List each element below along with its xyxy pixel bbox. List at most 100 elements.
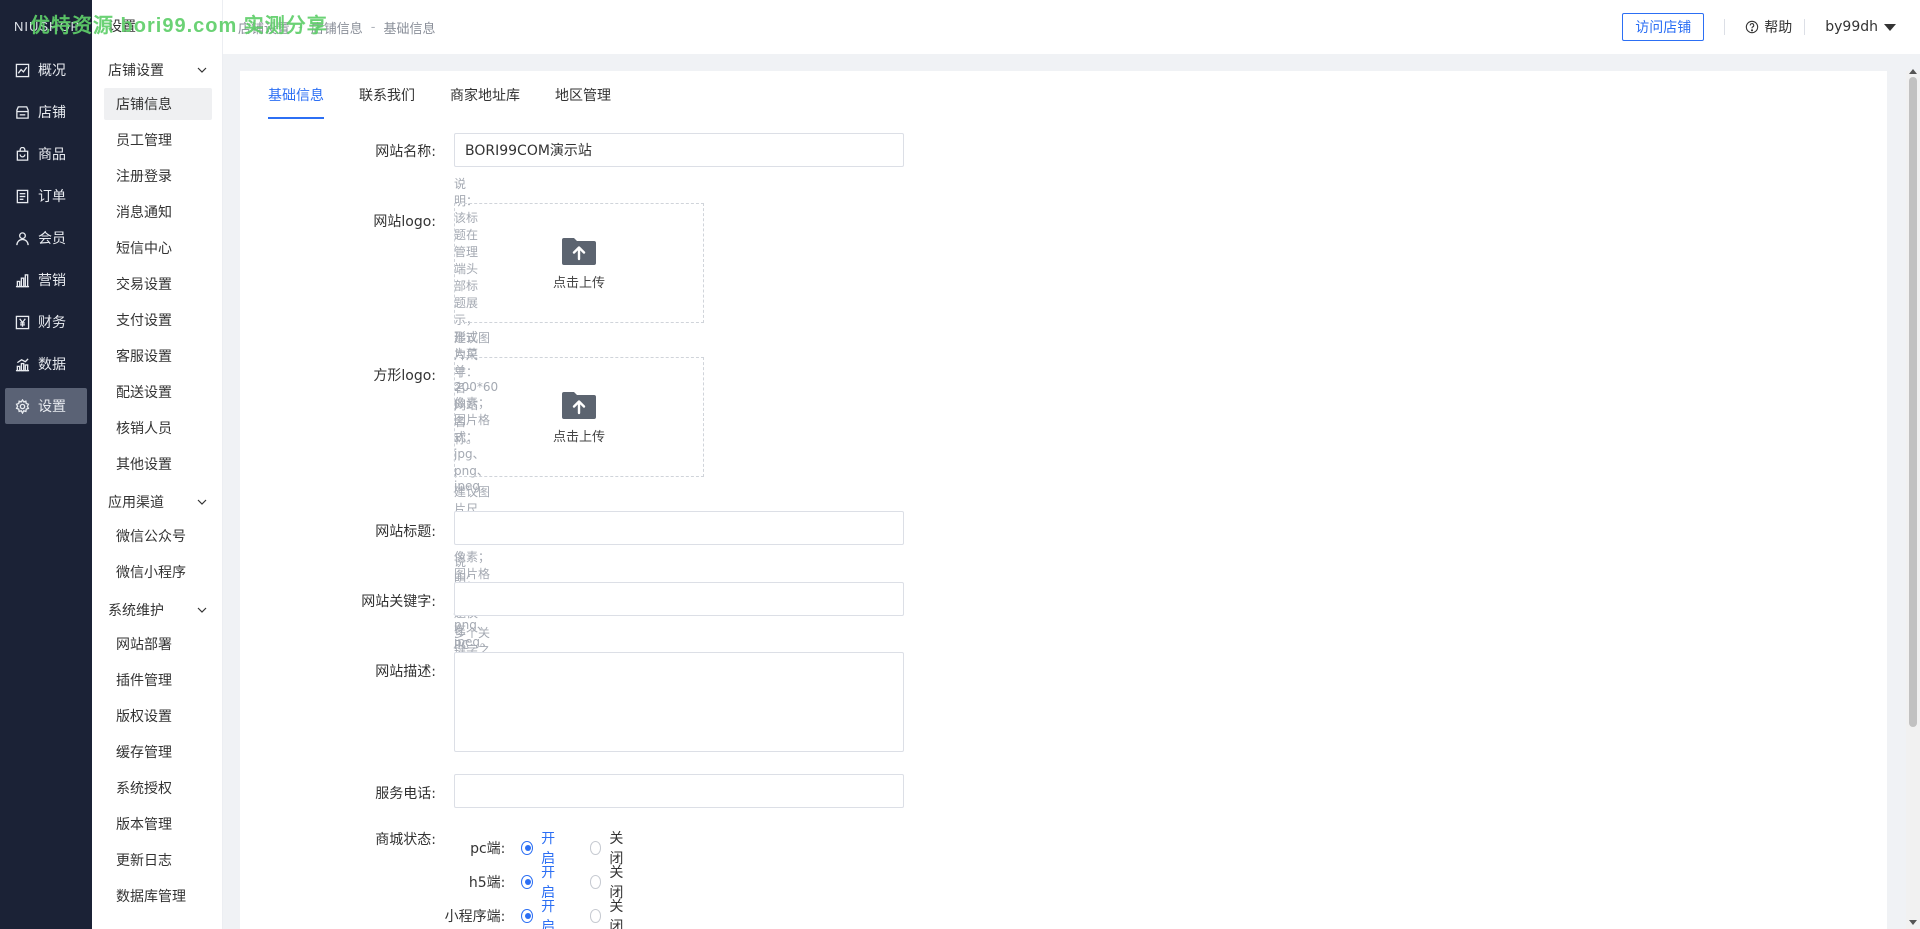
folder-upload-icon xyxy=(562,391,596,419)
radio-dot xyxy=(589,841,602,855)
subnav-title: 设置 xyxy=(108,19,136,35)
site-keywords-label: 网站关键字: xyxy=(361,594,436,610)
scroll-up-icon[interactable] xyxy=(1909,69,1917,74)
settings-subnav: 设置 店铺设置 店铺信息 员工管理 注册登录 消息通知 短信中心 交易设置 支付… xyxy=(92,0,223,929)
square-logo-upload[interactable]: 点击上传 xyxy=(454,357,704,477)
subnav-item-deploy[interactable]: 网站部署 xyxy=(104,628,212,660)
chevron-down-icon xyxy=(197,499,207,505)
service-phone-input[interactable] xyxy=(454,774,904,808)
subnav-item-trade[interactable]: 交易设置 xyxy=(104,268,212,300)
upload-label: 点击上传 xyxy=(552,275,605,291)
radio-dot xyxy=(589,909,602,923)
subnav-item-notifications[interactable]: 消息通知 xyxy=(104,196,212,228)
site-title-label: 网站标题: xyxy=(375,524,436,540)
subnav-item-copyright[interactable]: 版权设置 xyxy=(104,700,212,732)
site-name-input[interactable]: BORI99COM演示站 xyxy=(454,133,904,167)
subnav-item-store-info[interactable]: 店铺信息 xyxy=(104,88,212,120)
tab-contact-us[interactable]: 联系我们 xyxy=(359,85,415,119)
yuan-icon xyxy=(15,315,30,330)
nav-item-overview[interactable]: 概况 xyxy=(5,52,87,88)
subnav-item-register-login[interactable]: 注册登录 xyxy=(104,160,212,192)
user-icon xyxy=(15,231,30,246)
nav-item-settings[interactable]: 设置 xyxy=(5,388,87,424)
subnav-item-verifier[interactable]: 核销人员 xyxy=(104,412,212,444)
nav-label: 订单 xyxy=(38,189,66,205)
document-icon xyxy=(15,189,30,204)
scroll-down-icon[interactable] xyxy=(1909,920,1917,925)
group-label: 系统维护 xyxy=(108,603,164,619)
nav-item-orders[interactable]: 订单 xyxy=(5,178,87,214)
site-name-label: 网站名称: xyxy=(375,144,436,160)
nav-item-store[interactable]: 店铺 xyxy=(5,94,87,130)
subnav-item-sms[interactable]: 短信中心 xyxy=(104,232,212,264)
header-actions: 访问店铺 帮助 by99dh xyxy=(1622,13,1896,41)
site-keywords-input[interactable] xyxy=(454,582,904,616)
status-row-miniprogram: 小程序端: 开启 关闭 xyxy=(436,896,658,929)
tab-basic-info[interactable]: 基础信息 xyxy=(268,85,324,119)
header-divider xyxy=(1804,19,1806,35)
subnav-item-license[interactable]: 系统授权 xyxy=(104,772,212,804)
subnav-item-version[interactable]: 版本管理 xyxy=(104,808,212,840)
service-phone-label: 服务电话: xyxy=(375,786,436,802)
scrollbar-thumb[interactable] xyxy=(1909,77,1917,727)
header-divider xyxy=(1724,19,1726,35)
nav-label: 设置 xyxy=(38,399,66,415)
nav-label: 店铺 xyxy=(38,105,66,121)
user-menu[interactable]: by99dh xyxy=(1825,19,1896,35)
subnav-group-maintenance[interactable]: 系统维护 xyxy=(92,592,222,628)
site-logo-upload[interactable]: 点击上传 xyxy=(454,203,704,323)
subnav-item-wechat-official[interactable]: 微信公众号 xyxy=(104,520,212,552)
subnav-item-payment[interactable]: 支付设置 xyxy=(104,304,212,336)
radio-dot xyxy=(521,909,534,923)
page-scrollbar[interactable] xyxy=(1906,69,1920,929)
help-icon xyxy=(1746,20,1759,34)
subnav-item-wechat-mini[interactable]: 微信小程序 xyxy=(104,556,212,588)
help-label: 帮助 xyxy=(1764,20,1793,36)
upload-label: 点击上传 xyxy=(552,429,605,445)
nav-label: 概况 xyxy=(38,63,66,79)
logo: NIUSHOP xyxy=(14,18,81,34)
site-description-textarea[interactable] xyxy=(454,652,904,752)
platform-label: 小程序端: xyxy=(444,909,506,925)
radio-dot xyxy=(589,875,602,889)
breadcrumb-item[interactable]: 店铺设置 xyxy=(238,18,290,37)
nav-item-data[interactable]: 数据 xyxy=(5,346,87,382)
breadcrumb-separator: - xyxy=(298,19,303,35)
subnav-group-store-settings[interactable]: 店铺设置 xyxy=(92,52,222,88)
radio-label: 关闭 xyxy=(609,899,624,929)
subnav-item-delivery[interactable]: 配送设置 xyxy=(104,376,212,408)
data-chart-icon xyxy=(15,357,30,372)
nav-item-finance[interactable]: 财务 xyxy=(5,304,87,340)
nav-item-goods[interactable]: 商品 xyxy=(5,136,87,172)
mall-status-label: 商城状态: xyxy=(375,832,436,848)
site-title-input[interactable] xyxy=(454,511,904,545)
subnav-item-plugins[interactable]: 插件管理 xyxy=(104,664,212,696)
subnav-group-channels[interactable]: 应用渠道 xyxy=(92,484,222,520)
subnav-item-cache[interactable]: 缓存管理 xyxy=(104,736,212,768)
subnav-item-staff[interactable]: 员工管理 xyxy=(104,124,212,156)
chevron-down-icon xyxy=(197,67,207,73)
subnav-item-customer-service[interactable]: 客服设置 xyxy=(104,340,212,372)
subnav-item-changelog[interactable]: 更新日志 xyxy=(104,844,212,876)
mini-on-radio[interactable]: 开启 xyxy=(521,896,563,929)
subnav-item-other[interactable]: 其他设置 xyxy=(104,448,212,480)
content-panel: 基础信息 联系我们 商家地址库 地区管理 网站名称: BORI99COM演示站 … xyxy=(240,71,1887,929)
tab-region-management[interactable]: 地区管理 xyxy=(555,85,611,119)
visit-store-button[interactable]: 访问店铺 xyxy=(1622,13,1705,41)
breadcrumb-item[interactable]: 店铺信息 xyxy=(311,18,363,37)
subnav-item-database[interactable]: 数据库管理 xyxy=(104,880,212,912)
nav-label: 商品 xyxy=(38,147,66,163)
square-logo-label: 方形logo: xyxy=(373,368,436,384)
folder-upload-icon xyxy=(562,237,596,265)
group-label: 店铺设置 xyxy=(108,63,164,79)
help-link[interactable]: 帮助 xyxy=(1745,17,1792,37)
nav-item-members[interactable]: 会员 xyxy=(5,220,87,256)
nav-item-marketing[interactable]: 营销 xyxy=(5,262,87,298)
platform-label: pc端: xyxy=(470,841,506,857)
radio-label: 开启 xyxy=(541,899,556,929)
tab-address-library[interactable]: 商家地址库 xyxy=(450,85,520,119)
mini-off-radio[interactable]: 关闭 xyxy=(589,896,632,929)
radio-dot xyxy=(521,875,534,889)
nav-label: 数据 xyxy=(38,357,66,373)
bag-icon xyxy=(15,146,30,162)
